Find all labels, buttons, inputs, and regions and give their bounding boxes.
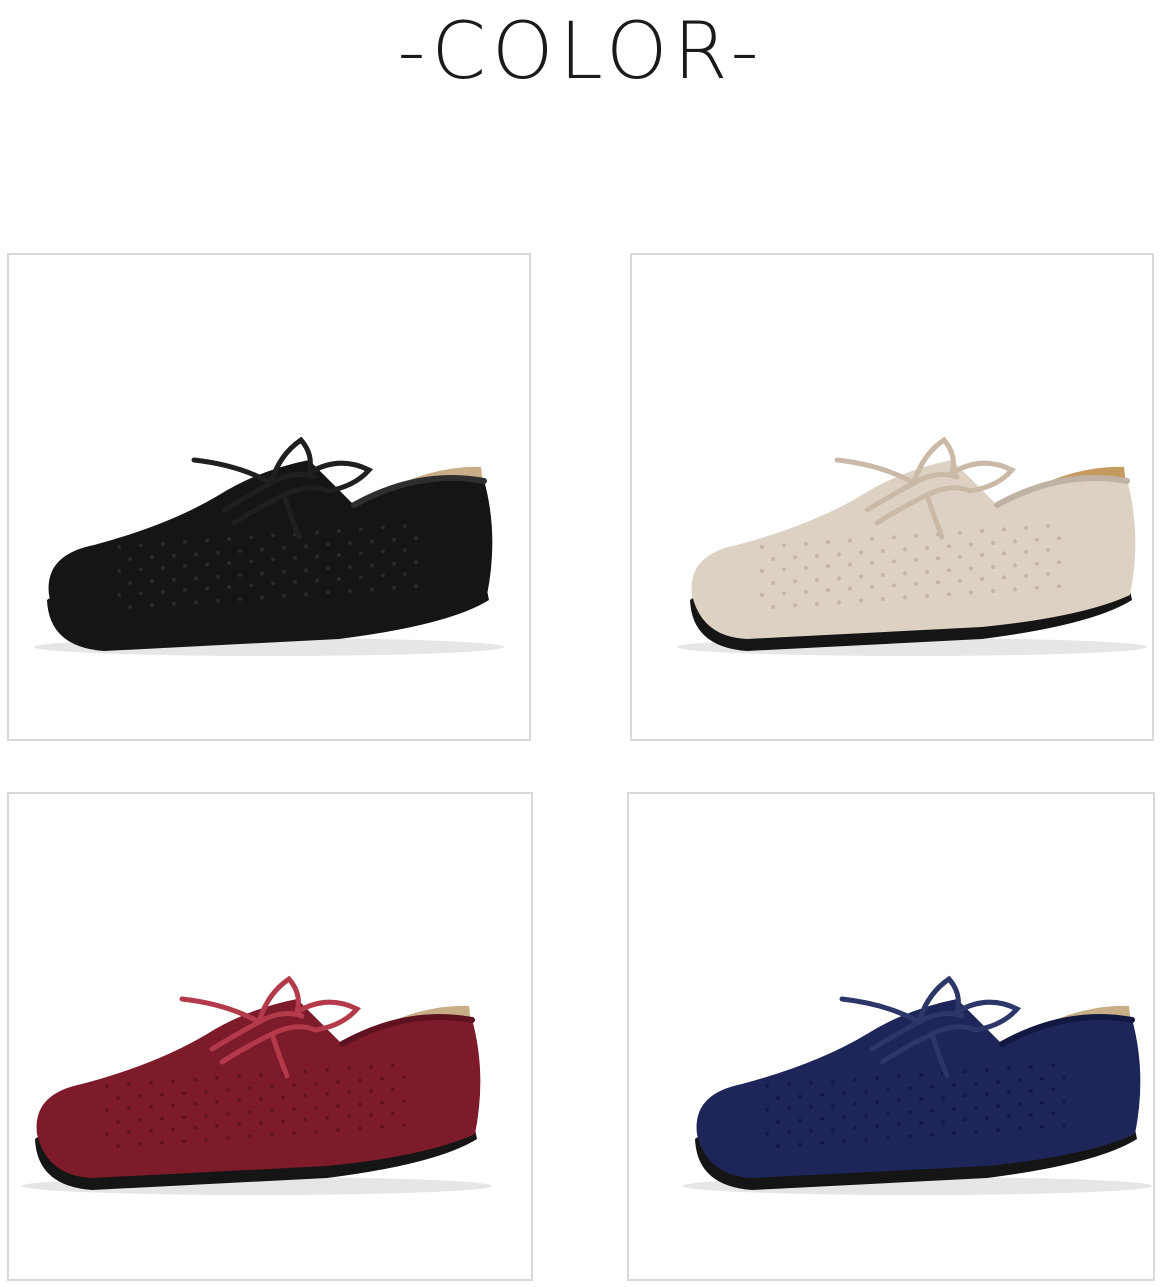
shoe-image (34, 436, 504, 656)
shoe-upper (48, 460, 493, 639)
product-variant-burgundy[interactable] (7, 792, 533, 1281)
page-title: -COLOR- (397, 7, 765, 97)
shoe-image (682, 975, 1152, 1195)
shoe-group (34, 436, 504, 656)
product-variant-black[interactable] (7, 253, 531, 741)
product-variant-navy[interactable] (627, 792, 1155, 1281)
shoe-upper (691, 460, 1136, 639)
product-variant-beige[interactable] (630, 253, 1154, 741)
shoe-group (677, 436, 1147, 656)
shoe-upper (36, 999, 481, 1178)
shoe-image (677, 436, 1147, 656)
shoe-group (682, 975, 1152, 1195)
shoe-image (22, 975, 492, 1195)
shoe-group (22, 975, 492, 1195)
shoe-upper (696, 999, 1141, 1178)
